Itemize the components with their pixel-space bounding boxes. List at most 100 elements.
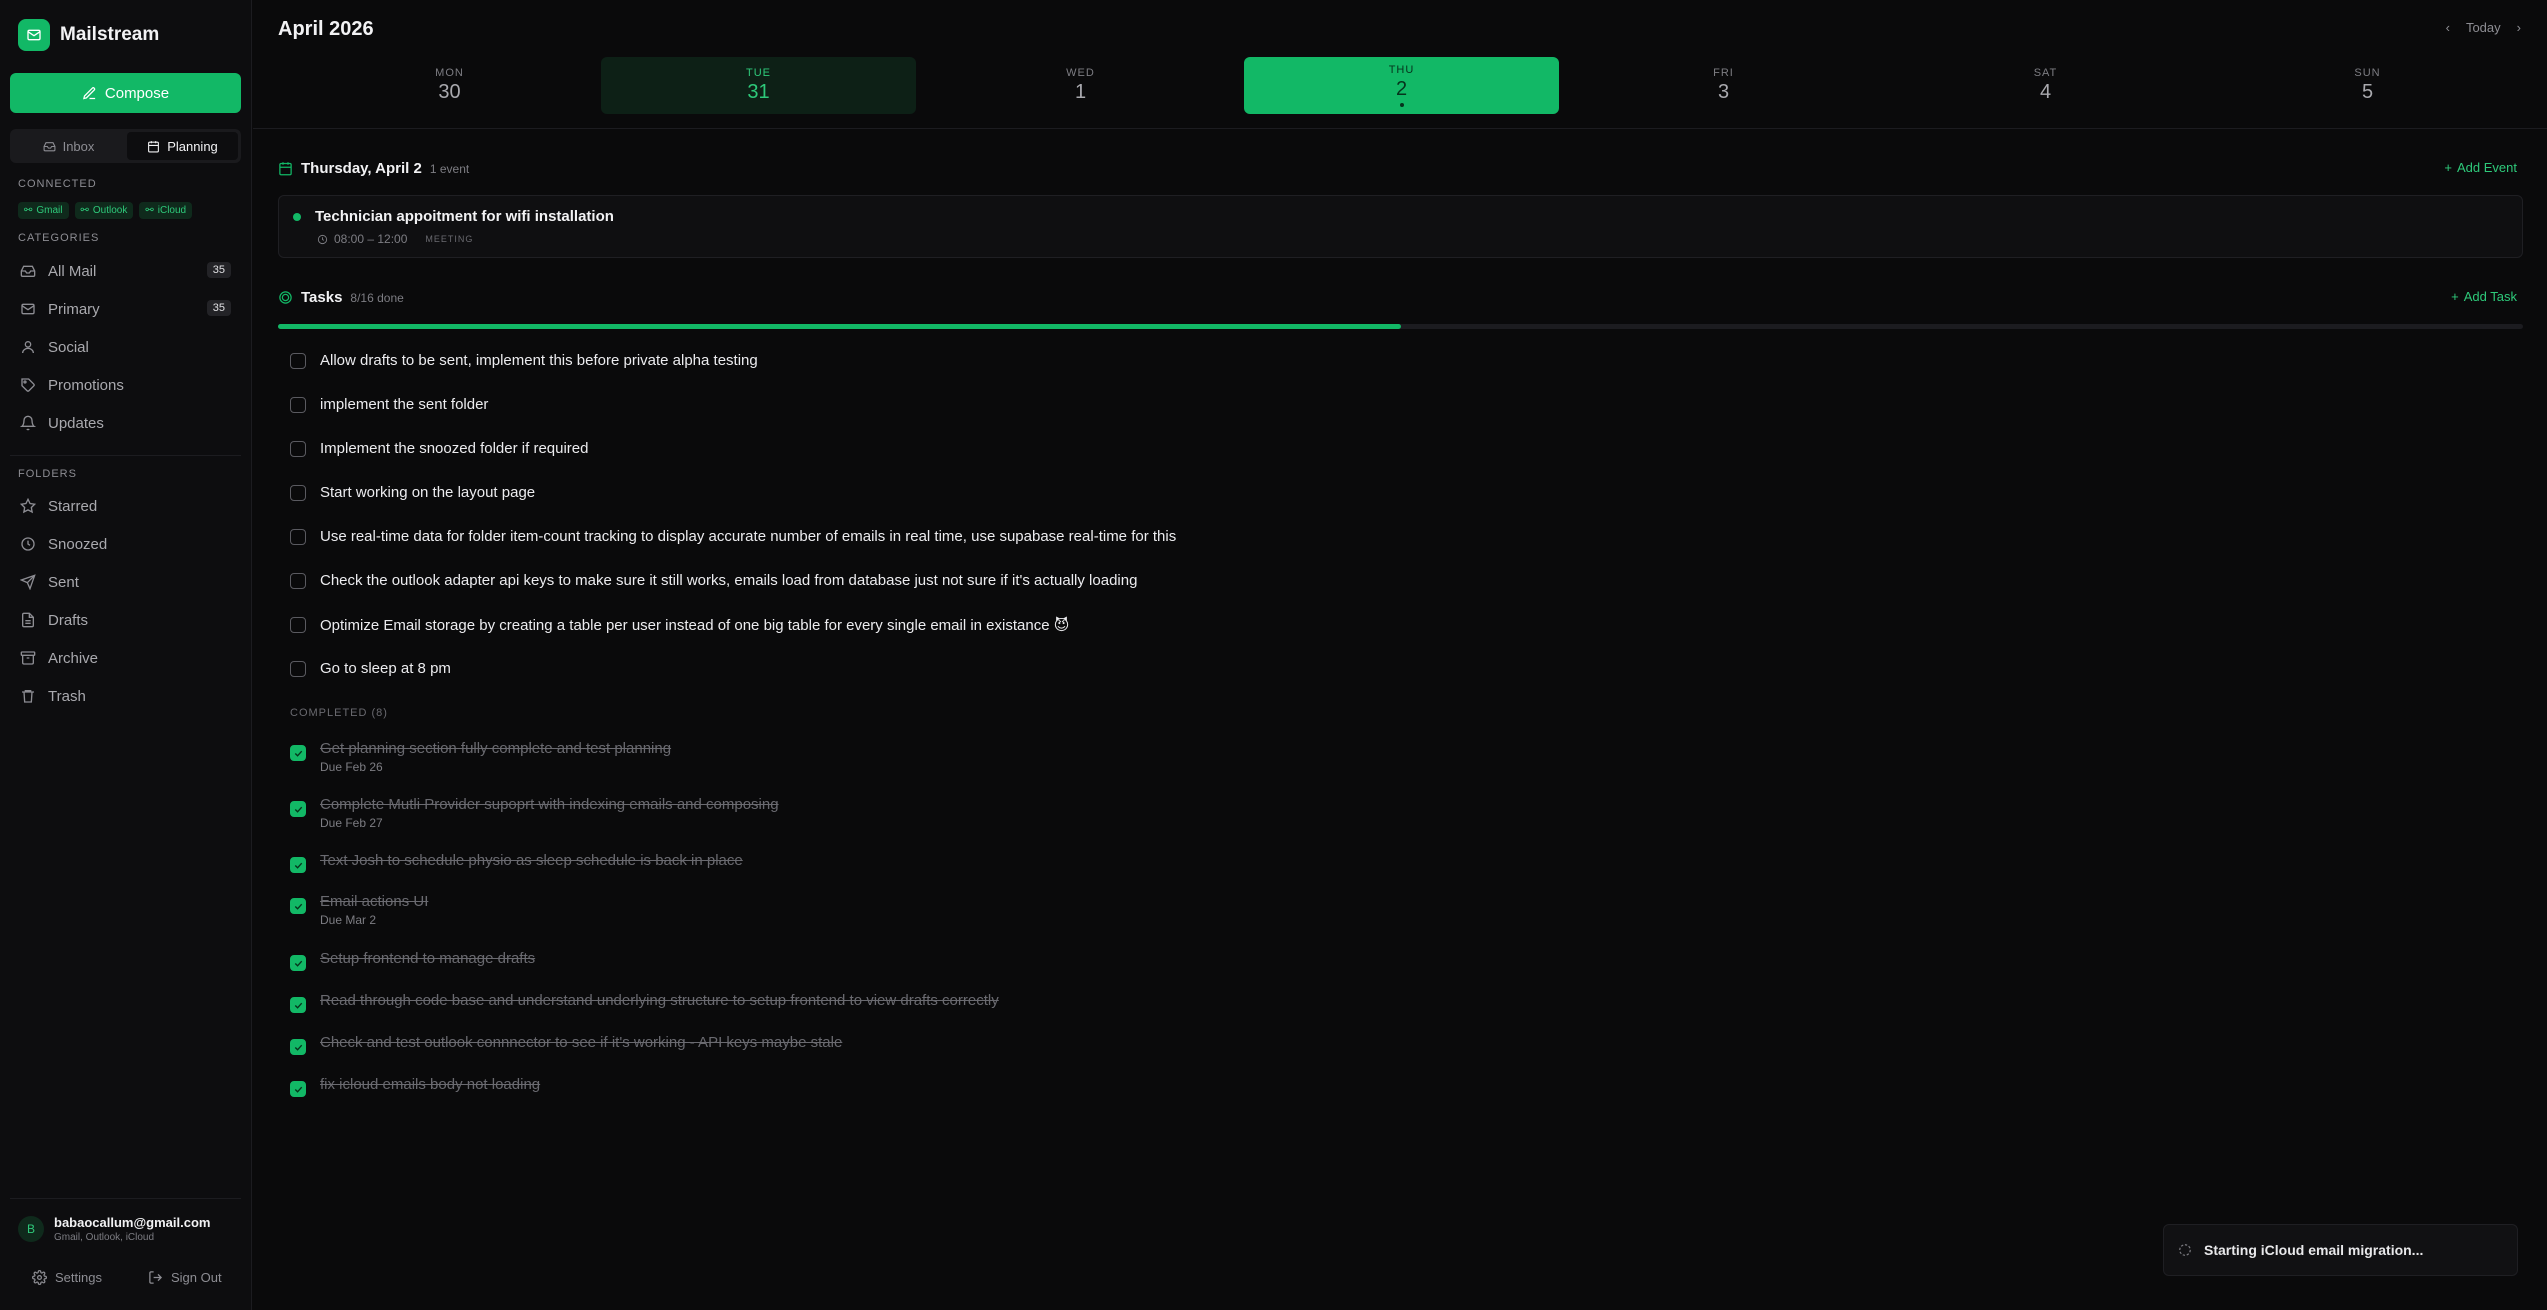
sidebar-item-label: All Mail [48, 262, 97, 280]
check-icon [294, 1086, 302, 1093]
add-task-button[interactable]: + Add Task [2451, 289, 2517, 304]
provider-chip-outlook[interactable]: ⚯ Outlook [74, 202, 134, 219]
provider-chip-gmail[interactable]: ⚯ Gmail [18, 202, 69, 219]
task-due: Due Feb 26 [320, 760, 383, 774]
switch-planning[interactable]: Planning [127, 132, 238, 160]
completed-task[interactable]: Check and test outlook connnector to see… [290, 1034, 842, 1055]
sidebar-item-promotions[interactable]: Promotions [10, 370, 241, 400]
task-item[interactable]: Use real-time data for folder item-count… [290, 528, 1176, 545]
event-card[interactable]: Technician appoitment for wifi installat… [278, 195, 2523, 258]
task-item[interactable]: implement the sent folder [290, 396, 488, 413]
target-icon [279, 291, 292, 304]
sidebar-item-sent[interactable]: Sent [10, 567, 241, 597]
brand[interactable]: Mailstream [18, 18, 159, 52]
sidebar-item-starred[interactable]: Starred [10, 491, 241, 521]
day-name: THU [1388, 64, 1415, 76]
task-checkbox-checked[interactable] [290, 1039, 306, 1055]
sign-out-button[interactable]: Sign Out [148, 1270, 222, 1285]
add-event-button[interactable]: + Add Event [2444, 160, 2517, 175]
calendar-icon [279, 162, 292, 176]
day-number: 2 [1395, 78, 1408, 100]
chevron-left-icon[interactable]: ‹ [2446, 20, 2450, 35]
day-name: WED [1066, 67, 1095, 79]
task-checkbox[interactable] [290, 617, 306, 633]
switch-inbox[interactable]: Inbox [13, 132, 124, 160]
completed-task[interactable]: Get planning section fully complete and … [290, 740, 671, 774]
task-checkbox[interactable] [290, 572, 306, 589]
calendar-navigation: ‹ Today › [2446, 20, 2521, 35]
event-type: MEETING [425, 234, 474, 244]
today-button[interactable]: Today [2466, 20, 2501, 35]
task-text: Allow drafts to be sent, implement this … [320, 352, 758, 369]
task-item[interactable]: Start working on the layout page [290, 484, 535, 501]
completed-task[interactable]: Text Josh to schedule physio as sleep sc… [290, 852, 743, 873]
planning-view: April 2026 ‹ Today › MON 30 TUE 31 WED 1… [253, 0, 2547, 1310]
count-badge: 35 [206, 262, 231, 278]
task-text: Setup frontend to manage drafts [320, 950, 536, 967]
completed-label: COMPLETED (8) [290, 707, 388, 719]
sidebar-item-trash[interactable]: Trash [10, 681, 241, 711]
mail-logo-icon [18, 19, 50, 51]
task-item[interactable]: Go to sleep at 8 pm [290, 660, 451, 677]
sidebar-item-archive[interactable]: Archive [10, 643, 241, 673]
task-checkbox[interactable] [290, 660, 306, 677]
clock-icon [317, 234, 328, 244]
day-fri[interactable]: FRI 3 [1566, 57, 1881, 114]
chevron-right-icon[interactable]: › [2517, 20, 2521, 35]
day-tue[interactable]: TUE 31 [601, 57, 916, 114]
task-checkbox[interactable] [290, 396, 306, 413]
task-item[interactable]: Check the outlook adapter api keys to ma… [290, 572, 1137, 589]
task-checkbox[interactable] [290, 352, 306, 369]
task-checkbox-checked[interactable] [290, 955, 306, 971]
task-checkbox[interactable] [290, 440, 306, 457]
calendar-icon [148, 140, 160, 152]
completed-task[interactable]: Read through code base and understand un… [290, 992, 999, 1013]
day-number: 30 [438, 81, 461, 103]
day-wed[interactable]: WED 1 [923, 57, 1238, 114]
sidebar-item-social[interactable]: Social [10, 332, 241, 362]
connected-providers: ⚯ Gmail ⚯ Outlook ⚯ iCloud [18, 202, 193, 219]
event-status-dot [293, 213, 301, 221]
tasks-header: Tasks 8/16 done [278, 289, 404, 306]
completed-task[interactable]: Complete Mutli Provider supoprt with ind… [290, 796, 779, 830]
sidebar-divider [10, 1198, 241, 1199]
sidebar-item-all-mail[interactable]: All Mail 35 [10, 256, 241, 286]
sidebar-item-updates[interactable]: Updates [10, 408, 241, 438]
sidebar-item-drafts[interactable]: Drafts [10, 605, 241, 635]
task-text: Read through code base and understand un… [320, 992, 999, 1009]
task-checkbox-checked[interactable] [290, 997, 306, 1013]
sidebar-item-label: Promotions [48, 376, 124, 394]
task-text: Implement the snoozed folder if required [320, 440, 589, 457]
task-checkbox-checked[interactable] [290, 1081, 306, 1097]
user-profile[interactable]: B babaocallum@gmail.com Gmail, Outlook, … [18, 1215, 210, 1243]
sign-out-label: Sign Out [171, 1270, 222, 1285]
compose-button[interactable]: Compose [10, 73, 241, 113]
day-thu[interactable]: THU 2 [1244, 57, 1559, 114]
task-text: Use real-time data for folder item-count… [320, 528, 1177, 545]
task-checkbox[interactable] [290, 528, 306, 545]
task-item[interactable]: Implement the snoozed folder if required [290, 440, 588, 457]
task-checkbox-checked[interactable] [290, 745, 306, 761]
completed-task[interactable]: Email actions UI Due Mar 2 [290, 893, 428, 927]
sidebar-item-primary[interactable]: Primary 35 [10, 294, 241, 324]
task-text: Get planning section fully complete and … [320, 740, 672, 757]
task-checkbox-checked[interactable] [290, 898, 306, 914]
task-checkbox-checked[interactable] [290, 801, 306, 817]
task-item[interactable]: Allow drafts to be sent, implement this … [290, 352, 758, 369]
completed-task[interactable]: fix icloud emails body not loading [290, 1076, 540, 1097]
user-providers: Gmail, Outlook, iCloud [54, 1232, 155, 1243]
bell-icon [20, 415, 36, 431]
settings-button[interactable]: Settings [32, 1270, 102, 1285]
day-sat[interactable]: SAT 4 [1888, 57, 2203, 114]
task-checkbox[interactable] [290, 484, 306, 501]
sidebar-item-snoozed[interactable]: Snoozed [10, 529, 241, 559]
completed-task[interactable]: Setup frontend to manage drafts [290, 950, 535, 971]
task-due: Due Mar 2 [320, 913, 377, 927]
task-item[interactable]: Optimize Email storage by creating a tab… [290, 616, 1069, 634]
provider-chip-icloud[interactable]: ⚯ iCloud [139, 202, 193, 219]
day-number: 1 [1074, 81, 1087, 103]
day-mon[interactable]: MON 30 [292, 57, 607, 114]
task-checkbox-checked[interactable] [290, 857, 306, 873]
count-badge: 35 [206, 300, 231, 316]
day-sun[interactable]: SUN 5 [2210, 57, 2525, 114]
